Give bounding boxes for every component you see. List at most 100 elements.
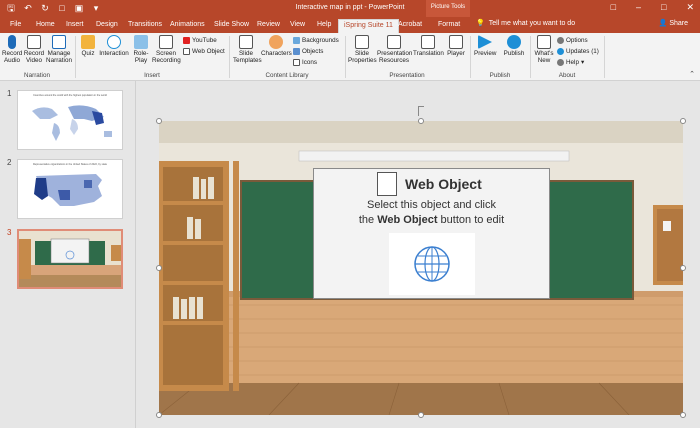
icons-button[interactable]: Icons: [293, 58, 317, 67]
youtube-icon: [183, 37, 190, 44]
globe-icon: [414, 246, 450, 282]
resize-handle[interactable]: [680, 118, 686, 124]
slide-thumbnail-1[interactable]: Countries around the world with the high…: [17, 90, 123, 150]
backgrounds-button[interactable]: Backgrounds: [293, 36, 339, 45]
characters-button[interactable]: Characters: [261, 35, 292, 57]
group-separator: [229, 36, 230, 78]
slide-thumbnail-2[interactable]: Representative organizations in the Unit…: [17, 159, 123, 219]
player-icon: [449, 35, 463, 49]
publish-button[interactable]: Publish: [502, 35, 526, 57]
tab-home[interactable]: Home: [36, 19, 55, 33]
whats-new-button[interactable]: What's New: [534, 35, 554, 64]
slide-thumbnail-3[interactable]: [17, 229, 123, 289]
objects-icon: [293, 48, 300, 55]
tab-review[interactable]: Review: [257, 19, 280, 33]
tell-me-text: Tell me what you want to do: [488, 19, 576, 27]
minimize-icon[interactable]: –: [636, 2, 641, 13]
group-label-presentation: Presentation: [389, 72, 425, 79]
screen-recording-icon: [159, 35, 173, 49]
help-button[interactable]: Help ▾: [557, 58, 584, 67]
backgrounds-icon: [293, 37, 300, 44]
narration-icon: [52, 35, 66, 49]
ribbon-display-icon[interactable]: □: [611, 2, 616, 13]
resize-handle[interactable]: [418, 412, 424, 418]
tab-format[interactable]: Format: [438, 19, 460, 33]
resize-handle[interactable]: [156, 412, 162, 418]
window-title: Interactive map in ppt - PowerPoint: [295, 4, 405, 11]
ribbon: Record Audio Record Video Manage Narrati…: [0, 33, 700, 81]
share-icon: 👤: [658, 20, 668, 27]
group-separator: [470, 36, 471, 78]
gear-icon: [557, 37, 564, 44]
web-object-globe-area: [389, 233, 475, 295]
window-controls: □ – □ ✕: [611, 2, 694, 13]
collapse-ribbon-icon[interactable]: ⌃: [689, 70, 695, 78]
group-separator: [75, 36, 76, 78]
group-label-about: About: [558, 72, 576, 79]
tab-slide-show[interactable]: Slide Show: [214, 19, 249, 33]
resize-handle[interactable]: [680, 265, 686, 271]
slide-templates-button[interactable]: Slide Templates: [233, 35, 262, 64]
resize-handle[interactable]: [156, 118, 162, 124]
interaction-button[interactable]: Interaction: [99, 35, 129, 57]
translation-icon: [421, 35, 435, 49]
tab-help[interactable]: Help: [317, 19, 331, 33]
group-label-content-library: Content Library: [265, 72, 309, 79]
tab-animations[interactable]: Animations: [170, 19, 205, 33]
slide-thumbnail-pane: 1 Countries around the world with the hi…: [0, 81, 136, 428]
tab-design[interactable]: Design: [96, 19, 118, 33]
translation-button[interactable]: Translation: [413, 35, 444, 57]
manage-narration-button[interactable]: Manage Narration: [46, 35, 72, 64]
tab-ispring-suite[interactable]: iSpring Suite 11: [338, 19, 399, 33]
help-icon: [557, 59, 564, 66]
youtube-button[interactable]: YouTube: [183, 36, 217, 45]
slide-templates-icon: [239, 35, 253, 49]
microphone-icon: [8, 35, 16, 49]
record-audio-button[interactable]: Record Audio: [2, 35, 22, 64]
group-separator: [345, 36, 346, 78]
slide-number: 3: [7, 228, 12, 237]
objects-button[interactable]: Objects: [293, 47, 323, 56]
role-play-icon: [134, 35, 148, 49]
record-video-button[interactable]: Record Video: [23, 35, 45, 64]
share-button[interactable]: 👤 Share: [659, 19, 688, 27]
video-camera-icon: [27, 35, 41, 49]
play-icon: [478, 35, 492, 49]
web-object-instruction-line2: the Web Object button to edit: [358, 214, 505, 226]
slide-number: 2: [7, 158, 12, 167]
slide-properties-button[interactable]: Slide Properties: [348, 35, 377, 64]
close-icon[interactable]: ✕: [686, 2, 694, 13]
title-bar: 🖫 ↶ ↻ □ ▣ ▾ Interactive map in ppt - Pow…: [0, 0, 700, 17]
tab-file[interactable]: File: [10, 19, 21, 33]
web-object-title: Web Object: [405, 176, 482, 192]
tab-insert[interactable]: Insert: [66, 19, 84, 33]
publish-globe-icon: [507, 35, 521, 49]
tab-transitions[interactable]: Transitions: [128, 19, 162, 33]
group-label-narration: Narration: [24, 72, 50, 79]
rotate-handle-icon[interactable]: [418, 106, 424, 116]
tell-me-box[interactable]: 💡 Tell me what you want to do: [476, 19, 576, 28]
world-map-thumbnail: [32, 105, 112, 141]
resize-handle[interactable]: [418, 118, 424, 124]
classroom-thumbnail: [19, 231, 121, 287]
updates-button[interactable]: Updates (1): [557, 47, 599, 56]
resize-handle[interactable]: [156, 265, 162, 271]
tab-acrobat[interactable]: Acrobat: [398, 19, 422, 33]
player-button[interactable]: Player: [445, 35, 467, 57]
maximize-icon[interactable]: □: [661, 2, 666, 13]
interaction-icon: [107, 35, 121, 49]
ribbon-tabs: File Home Insert Design Transitions Anim…: [0, 17, 700, 33]
link-icon: [183, 48, 190, 55]
preview-button[interactable]: Preview: [474, 35, 496, 57]
presentation-resources-button[interactable]: Presentation Resources: [377, 35, 412, 64]
quiz-button[interactable]: Quiz: [79, 35, 97, 57]
resize-handle[interactable]: [680, 412, 686, 418]
web-object-button[interactable]: Web Object: [183, 47, 225, 56]
icons-icon: [293, 59, 300, 66]
role-play-button[interactable]: Role-Play: [131, 35, 151, 64]
slide-properties-icon: [355, 35, 369, 49]
tab-view[interactable]: View: [290, 19, 305, 33]
screen-recording-button[interactable]: Screen Recording: [152, 35, 181, 64]
group-label-publish: Publish: [489, 72, 511, 79]
options-button[interactable]: Options: [557, 36, 588, 45]
